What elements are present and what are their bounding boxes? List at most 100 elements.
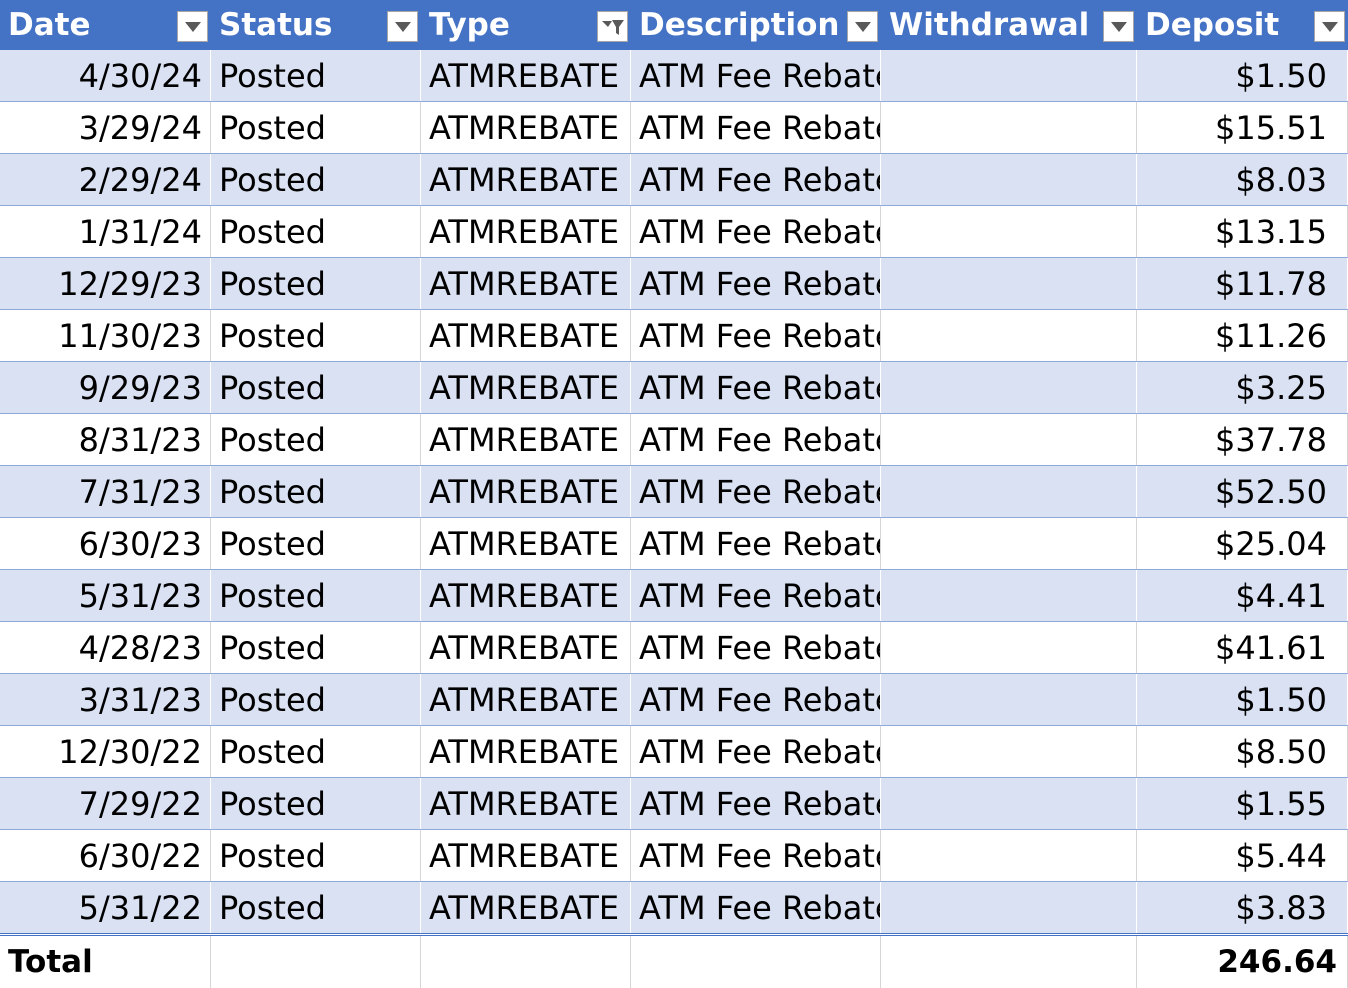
cell-status[interactable]: Posted <box>211 726 421 777</box>
cell-date[interactable]: 12/29/23 <box>0 258 211 309</box>
table-row[interactable]: 4/30/24 Posted ATMREBATE ATM Fee Rebate … <box>0 50 1348 102</box>
cell-deposit[interactable]: $4.41 <box>1137 570 1348 621</box>
table-row[interactable]: 6/30/22 Posted ATMREBATE ATM Fee Rebate … <box>0 830 1348 882</box>
cell-date[interactable]: 6/30/22 <box>0 830 211 881</box>
cell-description[interactable]: ATM Fee Rebate <box>631 622 881 673</box>
cell-description[interactable]: ATM Fee Rebate <box>631 258 881 309</box>
cell-status[interactable]: Posted <box>211 362 421 413</box>
cell-type[interactable]: ATMREBATE <box>421 466 631 517</box>
column-header-withdrawal[interactable]: Withdrawal <box>881 0 1137 50</box>
table-row[interactable]: 8/31/23 Posted ATMREBATE ATM Fee Rebate … <box>0 414 1348 466</box>
cell-description[interactable]: ATM Fee Rebate <box>631 102 881 153</box>
cell-type[interactable]: ATMREBATE <box>421 50 631 101</box>
cell-description[interactable]: ATM Fee Rebate <box>631 830 881 881</box>
total-cell-withdrawal[interactable] <box>881 936 1137 988</box>
filter-dropdown-button-deposit[interactable] <box>1314 11 1345 42</box>
cell-withdrawal[interactable] <box>881 622 1137 673</box>
cell-deposit[interactable]: $13.15 <box>1137 206 1348 257</box>
cell-type[interactable]: ATMREBATE <box>421 778 631 829</box>
cell-type[interactable]: ATMREBATE <box>421 258 631 309</box>
cell-status[interactable]: Posted <box>211 570 421 621</box>
column-header-description[interactable]: Description <box>631 0 881 50</box>
table-row[interactable]: 7/29/22 Posted ATMREBATE ATM Fee Rebate … <box>0 778 1348 830</box>
cell-description[interactable]: ATM Fee Rebate <box>631 50 881 101</box>
cell-deposit[interactable]: $15.51 <box>1137 102 1348 153</box>
table-row[interactable]: 1/31/24 Posted ATMREBATE ATM Fee Rebate … <box>0 206 1348 258</box>
cell-date[interactable]: 4/28/23 <box>0 622 211 673</box>
cell-status[interactable]: Posted <box>211 778 421 829</box>
cell-description[interactable]: ATM Fee Rebate <box>631 362 881 413</box>
cell-date[interactable]: 12/30/22 <box>0 726 211 777</box>
cell-deposit[interactable]: $1.55 <box>1137 778 1348 829</box>
table-row[interactable]: 3/31/23 Posted ATMREBATE ATM Fee Rebate … <box>0 674 1348 726</box>
filter-dropdown-button-status[interactable] <box>387 11 418 42</box>
cell-date[interactable]: 3/29/24 <box>0 102 211 153</box>
cell-deposit[interactable]: $52.50 <box>1137 466 1348 517</box>
cell-date[interactable]: 9/29/23 <box>0 362 211 413</box>
cell-description[interactable]: ATM Fee Rebate <box>631 674 881 725</box>
total-label[interactable]: Total <box>0 936 211 988</box>
total-value[interactable]: 246.64 <box>1137 936 1348 988</box>
filter-dropdown-button-date[interactable] <box>177 11 208 42</box>
cell-withdrawal[interactable] <box>881 50 1137 101</box>
cell-type[interactable]: ATMREBATE <box>421 726 631 777</box>
cell-deposit[interactable]: $1.50 <box>1137 674 1348 725</box>
cell-deposit[interactable]: $3.83 <box>1137 882 1348 933</box>
filter-dropdown-button-withdrawal[interactable] <box>1103 11 1134 42</box>
cell-withdrawal[interactable] <box>881 466 1137 517</box>
cell-status[interactable]: Posted <box>211 50 421 101</box>
cell-status[interactable]: Posted <box>211 414 421 465</box>
cell-description[interactable]: ATM Fee Rebate <box>631 466 881 517</box>
cell-date[interactable]: 5/31/22 <box>0 882 211 933</box>
table-row[interactable]: 11/30/23 Posted ATMREBATE ATM Fee Rebate… <box>0 310 1348 362</box>
cell-description[interactable]: ATM Fee Rebate <box>631 570 881 621</box>
table-row[interactable]: 5/31/23 Posted ATMREBATE ATM Fee Rebate … <box>0 570 1348 622</box>
column-header-date[interactable]: Date <box>0 0 211 50</box>
cell-date[interactable]: 6/30/23 <box>0 518 211 569</box>
cell-status[interactable]: Posted <box>211 206 421 257</box>
cell-deposit[interactable]: $37.78 <box>1137 414 1348 465</box>
total-cell-type[interactable] <box>421 936 631 988</box>
cell-deposit[interactable]: $41.61 <box>1137 622 1348 673</box>
filter-dropdown-button-description[interactable] <box>847 11 878 42</box>
cell-withdrawal[interactable] <box>881 570 1137 621</box>
cell-status[interactable]: Posted <box>211 466 421 517</box>
table-row[interactable]: 12/29/23 Posted ATMREBATE ATM Fee Rebate… <box>0 258 1348 310</box>
cell-withdrawal[interactable] <box>881 414 1137 465</box>
cell-deposit[interactable]: $8.50 <box>1137 726 1348 777</box>
cell-status[interactable]: Posted <box>211 258 421 309</box>
cell-description[interactable]: ATM Fee Rebate <box>631 154 881 205</box>
column-header-type[interactable]: Type <box>421 0 631 50</box>
table-row[interactable]: 6/30/23 Posted ATMREBATE ATM Fee Rebate … <box>0 518 1348 570</box>
cell-withdrawal[interactable] <box>881 310 1137 361</box>
column-header-status[interactable]: Status <box>211 0 421 50</box>
cell-date[interactable]: 2/29/24 <box>0 154 211 205</box>
total-cell-status[interactable] <box>211 936 421 988</box>
cell-type[interactable]: ATMREBATE <box>421 674 631 725</box>
table-row[interactable]: 12/30/22 Posted ATMREBATE ATM Fee Rebate… <box>0 726 1348 778</box>
cell-type[interactable]: ATMREBATE <box>421 206 631 257</box>
cell-deposit[interactable]: $11.26 <box>1137 310 1348 361</box>
cell-type[interactable]: ATMREBATE <box>421 102 631 153</box>
cell-date[interactable]: 1/31/24 <box>0 206 211 257</box>
cell-status[interactable]: Posted <box>211 102 421 153</box>
cell-status[interactable]: Posted <box>211 310 421 361</box>
cell-status[interactable]: Posted <box>211 518 421 569</box>
cell-withdrawal[interactable] <box>881 102 1137 153</box>
filter-dropdown-button-type[interactable] <box>597 11 628 42</box>
cell-deposit[interactable]: $11.78 <box>1137 258 1348 309</box>
cell-type[interactable]: ATMREBATE <box>421 414 631 465</box>
cell-type[interactable]: ATMREBATE <box>421 518 631 569</box>
table-row[interactable]: 4/28/23 Posted ATMREBATE ATM Fee Rebate … <box>0 622 1348 674</box>
cell-status[interactable]: Posted <box>211 622 421 673</box>
table-row[interactable]: 7/31/23 Posted ATMREBATE ATM Fee Rebate … <box>0 466 1348 518</box>
cell-description[interactable]: ATM Fee Rebate <box>631 726 881 777</box>
cell-status[interactable]: Posted <box>211 830 421 881</box>
cell-withdrawal[interactable] <box>881 154 1137 205</box>
table-row[interactable]: 9/29/23 Posted ATMREBATE ATM Fee Rebate … <box>0 362 1348 414</box>
cell-status[interactable]: Posted <box>211 882 421 933</box>
cell-deposit[interactable]: $5.44 <box>1137 830 1348 881</box>
cell-withdrawal[interactable] <box>881 258 1137 309</box>
cell-status[interactable]: Posted <box>211 674 421 725</box>
table-row[interactable]: 2/29/24 Posted ATMREBATE ATM Fee Rebate … <box>0 154 1348 206</box>
